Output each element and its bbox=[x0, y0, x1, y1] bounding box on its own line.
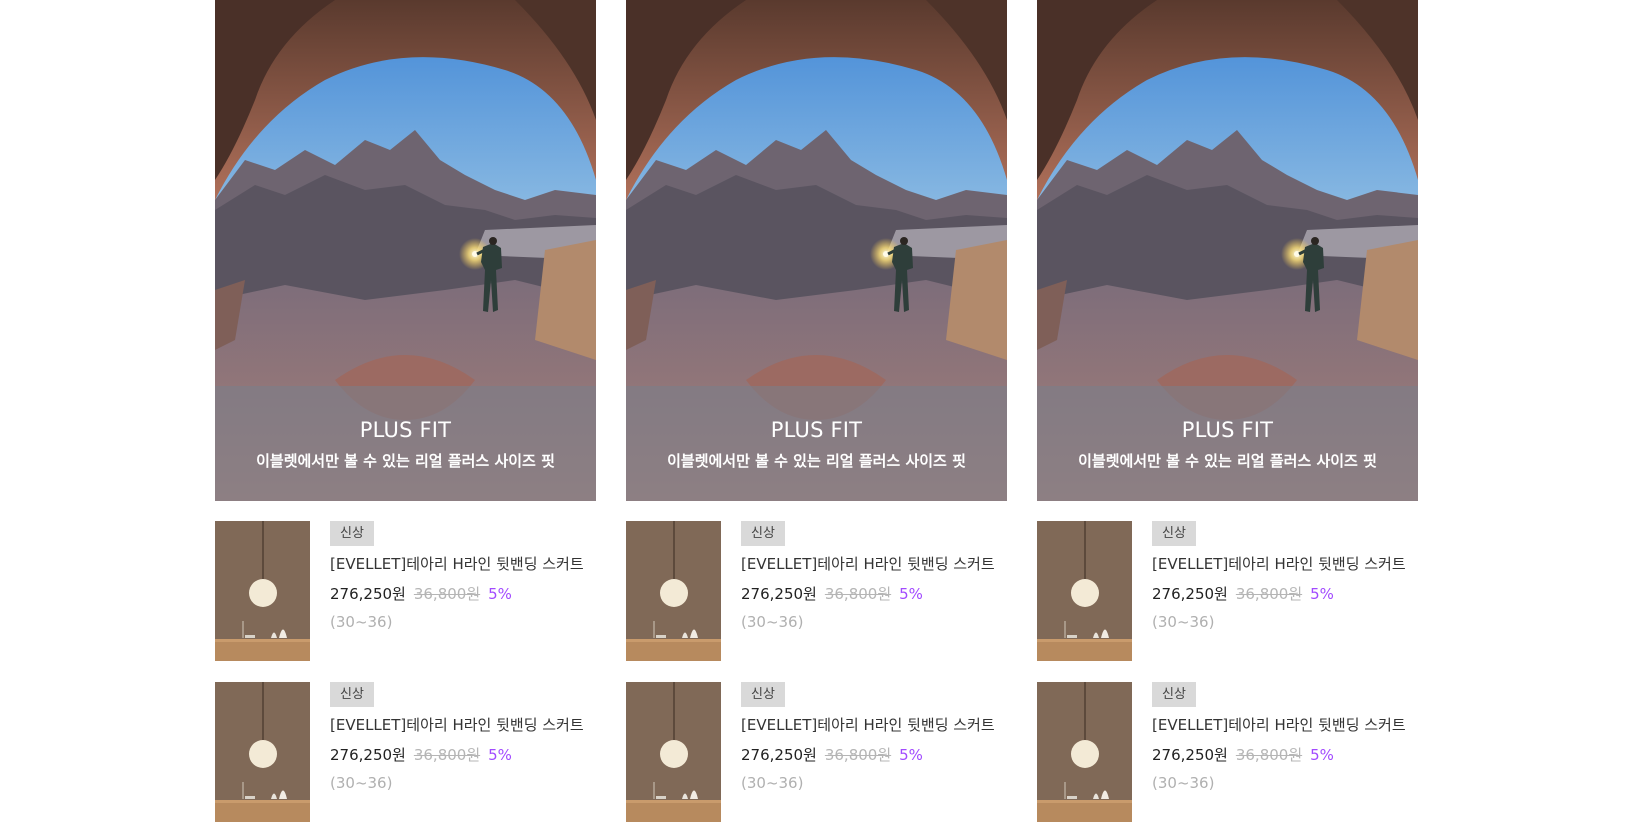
discount-rate: 5% bbox=[488, 585, 512, 603]
banner-title: PLUS FIT bbox=[359, 418, 452, 442]
original-price: 36,800원 bbox=[1235, 585, 1303, 603]
product-name[interactable]: [EVELLET]테아리 H라인 뒷밴딩 스커트 bbox=[330, 714, 584, 735]
banner-title: PLUS FIT bbox=[770, 418, 863, 442]
discount-rate: 5% bbox=[488, 746, 512, 764]
product-image bbox=[215, 682, 310, 822]
product-image bbox=[1037, 521, 1132, 661]
original-price: 36,800원 bbox=[1235, 746, 1303, 764]
product-card[interactable]: 신상 [EVELLET]테아리 H라인 뒷밴딩 스커트 276,250원 36,8… bbox=[215, 682, 596, 822]
new-badge: 신상 bbox=[330, 682, 374, 707]
original-price: 36,800원 bbox=[413, 746, 481, 764]
banner-title: PLUS FIT bbox=[1181, 418, 1274, 442]
product-thumbnail[interactable] bbox=[626, 521, 721, 661]
product-card[interactable]: 신상 [EVELLET]테아리 H라인 뒷밴딩 스커트 276,250원 36,8… bbox=[626, 521, 1007, 661]
product-name[interactable]: [EVELLET]테아리 H라인 뒷밴딩 스커트 bbox=[1152, 553, 1406, 574]
price-row: 276,250원 36,800원 5% bbox=[330, 744, 512, 765]
discount-rate: 5% bbox=[1310, 585, 1334, 603]
product-thumbnail[interactable] bbox=[1037, 521, 1132, 661]
discount-rate: 5% bbox=[1310, 746, 1334, 764]
original-price: 36,800원 bbox=[824, 585, 892, 603]
plus-fit-banner[interactable]: PLUS FIT 이블렛에서만 볼 수 있는 리얼 플러스 사이즈 핏 bbox=[1037, 0, 1418, 501]
banner-caption: PLUS FIT 이블렛에서만 볼 수 있는 리얼 플러스 사이즈 핏 bbox=[1037, 386, 1418, 501]
sale-price: 276,250원 bbox=[330, 746, 406, 764]
new-badge: 신상 bbox=[741, 521, 785, 546]
product-name[interactable]: [EVELLET]테아리 H라인 뒷밴딩 스커트 bbox=[741, 553, 995, 574]
new-badge: 신상 bbox=[741, 682, 785, 707]
product-image bbox=[215, 521, 310, 661]
product-image bbox=[626, 521, 721, 661]
banner-caption: PLUS FIT 이블렛에서만 볼 수 있는 리얼 플러스 사이즈 핏 bbox=[626, 386, 1007, 501]
product-name[interactable]: [EVELLET]테아리 H라인 뒷밴딩 스커트 bbox=[741, 714, 995, 735]
size-range: (30~36) bbox=[741, 613, 804, 631]
size-range: (30~36) bbox=[1152, 613, 1215, 631]
price-row: 276,250원 36,800원 5% bbox=[1152, 583, 1334, 604]
product-card[interactable]: 신상 [EVELLET]테아리 H라인 뒷밴딩 스커트 276,250원 36,8… bbox=[626, 682, 1007, 822]
new-badge: 신상 bbox=[330, 521, 374, 546]
original-price: 36,800원 bbox=[413, 585, 481, 603]
sale-price: 276,250원 bbox=[330, 585, 406, 603]
product-card[interactable]: 신상 [EVELLET]테아리 H라인 뒷밴딩 스커트 276,250원 36,8… bbox=[1037, 682, 1418, 822]
product-card[interactable]: 신상 [EVELLET]테아리 H라인 뒷밴딩 스커트 276,250원 36,8… bbox=[215, 521, 596, 661]
product-name[interactable]: [EVELLET]테아리 H라인 뒷밴딩 스커트 bbox=[330, 553, 584, 574]
banner-subtitle: 이블렛에서만 볼 수 있는 리얼 플러스 사이즈 핏 bbox=[1078, 452, 1377, 470]
size-range: (30~36) bbox=[741, 774, 804, 792]
price-row: 276,250원 36,800원 5% bbox=[741, 744, 923, 765]
product-image bbox=[626, 682, 721, 822]
plus-fit-banner[interactable]: PLUS FIT 이블렛에서만 볼 수 있는 리얼 플러스 사이즈 핏 bbox=[626, 0, 1007, 501]
new-badge: 신상 bbox=[1152, 521, 1196, 546]
product-image bbox=[1037, 682, 1132, 822]
price-row: 276,250원 36,800원 5% bbox=[1152, 744, 1334, 765]
banner-caption: PLUS FIT 이블렛에서만 볼 수 있는 리얼 플러스 사이즈 핏 bbox=[215, 386, 596, 501]
product-card[interactable]: 신상 [EVELLET]테아리 H라인 뒷밴딩 스커트 276,250원 36,8… bbox=[1037, 521, 1418, 661]
size-range: (30~36) bbox=[1152, 774, 1215, 792]
product-thumbnail[interactable] bbox=[215, 682, 310, 822]
plus-fit-banner[interactable]: PLUS FIT 이블렛에서만 볼 수 있는 리얼 플러스 사이즈 핏 bbox=[215, 0, 596, 501]
new-badge: 신상 bbox=[1152, 682, 1196, 707]
discount-rate: 5% bbox=[899, 746, 923, 764]
size-range: (30~36) bbox=[330, 774, 393, 792]
product-thumbnail[interactable] bbox=[215, 521, 310, 661]
product-thumbnail[interactable] bbox=[626, 682, 721, 822]
sale-price: 276,250원 bbox=[741, 746, 817, 764]
banner-subtitle: 이블렛에서만 볼 수 있는 리얼 플러스 사이즈 핏 bbox=[256, 452, 555, 470]
sale-price: 276,250원 bbox=[741, 585, 817, 603]
price-row: 276,250원 36,800원 5% bbox=[330, 583, 512, 604]
product-name[interactable]: [EVELLET]테아리 H라인 뒷밴딩 스커트 bbox=[1152, 714, 1406, 735]
banner-subtitle: 이블렛에서만 볼 수 있는 리얼 플러스 사이즈 핏 bbox=[667, 452, 966, 470]
discount-rate: 5% bbox=[899, 585, 923, 603]
product-thumbnail[interactable] bbox=[1037, 682, 1132, 822]
product-grid: PLUS FIT 이블렛에서만 볼 수 있는 리얼 플러스 사이즈 핏 신상 [… bbox=[0, 0, 1629, 822]
sale-price: 276,250원 bbox=[1152, 746, 1228, 764]
original-price: 36,800원 bbox=[824, 746, 892, 764]
size-range: (30~36) bbox=[330, 613, 393, 631]
sale-price: 276,250원 bbox=[1152, 585, 1228, 603]
price-row: 276,250원 36,800원 5% bbox=[741, 583, 923, 604]
